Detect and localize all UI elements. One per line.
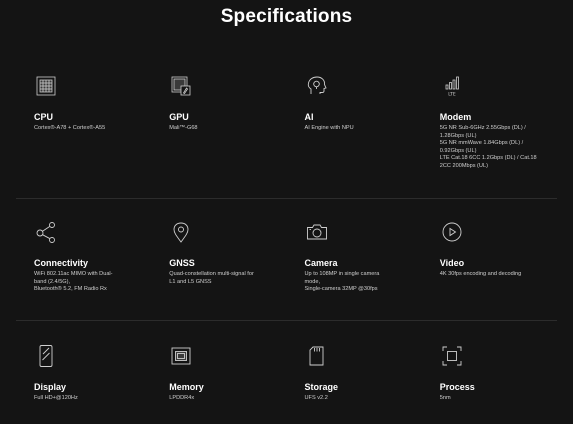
lte-signal-icon: LTE: [440, 74, 464, 98]
spec-name: Memory: [169, 382, 204, 392]
spec-desc: 5nm: [439, 395, 451, 401]
spec-name: Connectivity: [34, 258, 89, 268]
spec-item-memory: Memory LPDDR4x: [151, 320, 286, 424]
specs-row: Display Full HD+@120Hz Memory LPDDR4x St…: [16, 320, 557, 424]
svg-text:LTE: LTE: [448, 92, 456, 98]
specs-row: CPU Cortex®-A78 + Cortex®-A55 GPU Mali™-…: [16, 64, 557, 198]
specs-grid: CPU Cortex®-A78 + Cortex®-A55 GPU Mali™-…: [16, 64, 557, 424]
spec-item-process: Process 5nm: [422, 320, 557, 424]
spec-desc: 5G NR Sub-6GHz 2.55Gbps (DL) / 1.28Gbps …: [439, 125, 537, 169]
spec-item-gpu: GPU Mali™-G68: [151, 64, 286, 198]
page-title: Specifications: [220, 6, 353, 27]
spec-desc: Up to 108MP in single camera mode, Singl…: [304, 271, 380, 293]
spec-desc: Full HD+@120Hz: [34, 395, 78, 401]
spec-desc: WiFi 802.11ac MIMO with Dual- band (2.4/…: [34, 271, 113, 293]
process-icon: [440, 344, 464, 368]
spec-item-storage: Storage UFS v2.2: [287, 320, 422, 424]
spec-name: Video: [439, 258, 465, 268]
spec-name: Camera: [304, 258, 338, 268]
spec-item-cpu: CPU Cortex®-A78 + Cortex®-A55: [16, 64, 151, 198]
spec-name: GPU: [169, 112, 189, 122]
spec-item-camera: Camera Up to 108MP in single camera mode…: [287, 198, 422, 320]
spec-desc: UFS v2.2: [304, 395, 328, 401]
ai-brain-icon: [305, 74, 329, 98]
spec-name: AI: [304, 112, 314, 122]
camera-icon: [305, 220, 329, 244]
memory-chip-icon: [169, 344, 193, 368]
spec-desc: Cortex®-A78 + Cortex®-A55: [34, 125, 106, 131]
spec-desc: 4K 30fps encoding and decoding: [439, 271, 522, 277]
cpu-chip-icon: [34, 74, 58, 98]
spec-desc: AI Engine with NPU: [304, 125, 354, 131]
gpu-icon: [169, 74, 193, 98]
sd-card-icon: [305, 344, 329, 368]
spec-item-display: Display Full HD+@120Hz: [16, 320, 151, 424]
spec-item-video: Video 4K 30fps encoding and decoding: [422, 198, 557, 320]
spec-desc: Mali™-G68: [169, 125, 198, 131]
specs-row: Connectivity WiFi 802.11ac MIMO with Dua…: [16, 198, 557, 320]
spec-name: GNSS: [169, 258, 195, 268]
spec-name: Process: [439, 382, 475, 392]
spec-name: CPU: [34, 112, 54, 122]
location-pin-icon: [169, 220, 193, 244]
spec-item-connectivity: Connectivity WiFi 802.11ac MIMO with Dua…: [16, 198, 151, 320]
spec-item-ai: AI AI Engine with NPU: [287, 64, 422, 198]
share-nodes-icon: [34, 220, 58, 244]
spec-desc: LPDDR4x: [169, 395, 195, 401]
spec-name: Display: [34, 382, 67, 392]
spec-name: Modem: [439, 112, 472, 122]
spec-name: Storage: [304, 382, 339, 392]
spec-item-gnss: GNSS Quad-constellation multi-signal for…: [151, 198, 286, 320]
play-circle-icon: [440, 220, 464, 244]
spec-item-modem: LTE Modem 5G NR Sub-6GHz 2.55Gbps (DL) /…: [422, 64, 557, 198]
phone-display-icon: [34, 344, 58, 368]
spec-desc: Quad-constellation multi-signal for L1 a…: [169, 271, 254, 285]
